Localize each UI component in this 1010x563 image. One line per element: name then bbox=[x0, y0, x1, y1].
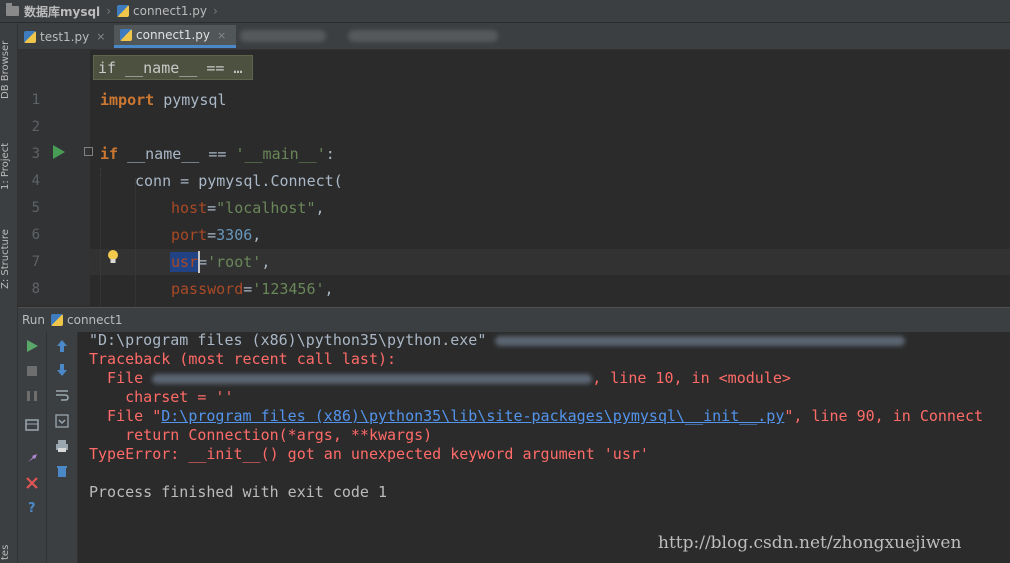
line-number: 1 bbox=[31, 92, 40, 108]
code-line-1: import pymysql bbox=[100, 91, 227, 109]
run-panel-header: Run connect1 bbox=[18, 307, 1010, 332]
line-number: 4 bbox=[31, 173, 40, 189]
code-line-8: password='123456', bbox=[171, 280, 334, 298]
python-file-icon bbox=[117, 5, 129, 17]
blurred-path bbox=[495, 335, 906, 346]
pin-icon[interactable] bbox=[25, 451, 39, 465]
blurred-tab[interactable] bbox=[348, 30, 498, 42]
code-line-7: usr='root', bbox=[171, 253, 271, 271]
line-number: 3 bbox=[31, 146, 40, 162]
tab-test1[interactable]: test1.py × bbox=[24, 25, 116, 48]
python-file-icon bbox=[24, 30, 36, 43]
close-icon[interactable]: × bbox=[96, 30, 105, 43]
run-gutter-icon[interactable] bbox=[53, 145, 65, 159]
up-arrow-icon[interactable] bbox=[55, 339, 69, 353]
code-line-3: if __name__ == '__main__': bbox=[100, 145, 335, 163]
python-file-icon bbox=[51, 314, 64, 326]
breadcrumb-project[interactable]: 数据库mysql bbox=[24, 3, 100, 20]
console-line-file-2: File "D:\program files (x86)\python35\li… bbox=[89, 407, 984, 425]
console-line-error: TypeError: __init__() got an unexpected … bbox=[89, 445, 649, 463]
run-toolbar-primary: ? bbox=[18, 332, 47, 563]
line-number: 5 bbox=[31, 200, 40, 216]
scroll-to-end-icon[interactable] bbox=[55, 414, 69, 428]
python-file-icon bbox=[120, 29, 132, 41]
lightbulb-icon[interactable] bbox=[106, 249, 120, 265]
left-tool-strip: DB Browser 1: Project Z: Structure tes bbox=[0, 23, 18, 563]
help-icon[interactable]: ? bbox=[25, 500, 39, 514]
print-icon[interactable] bbox=[55, 439, 69, 453]
context-hint: if __name__ == … bbox=[93, 55, 253, 80]
text-caret bbox=[198, 251, 200, 273]
line-number: 8 bbox=[31, 281, 40, 297]
code-line-6: port=3306, bbox=[171, 226, 262, 244]
project-tool[interactable]: 1: Project bbox=[0, 131, 17, 201]
close-icon[interactable]: × bbox=[217, 29, 226, 42]
layout-icon[interactable] bbox=[25, 418, 39, 432]
stop-icon[interactable] bbox=[25, 364, 39, 378]
rerun-icon[interactable] bbox=[25, 339, 39, 353]
down-arrow-icon[interactable] bbox=[55, 363, 69, 377]
soft-wrap-icon[interactable] bbox=[55, 388, 69, 402]
tab-connect1[interactable]: connect1.py × bbox=[114, 25, 236, 48]
breadcrumb-file[interactable]: connect1.py bbox=[133, 4, 207, 18]
editor-tabs: test1.py × connect1.py × bbox=[18, 23, 1010, 50]
chevron-right-icon: › bbox=[213, 4, 218, 18]
pause-icon[interactable] bbox=[25, 389, 39, 403]
line-number: 2 bbox=[31, 119, 40, 135]
console-line-file-1: File , line 10, in <module> bbox=[89, 369, 791, 387]
fold-icon[interactable] bbox=[84, 147, 93, 156]
tab-label: test1.py bbox=[40, 29, 90, 44]
tab-label: connect1.py bbox=[136, 28, 211, 42]
line-number: 7 bbox=[31, 254, 40, 270]
chevron-right-icon: › bbox=[106, 4, 111, 18]
breadcrumb: 数据库mysql › connect1.py › bbox=[0, 0, 1010, 23]
trash-icon[interactable] bbox=[55, 464, 69, 478]
code-line-5: host="localhost", bbox=[171, 199, 325, 217]
console-line-charset: charset = '' bbox=[89, 388, 234, 406]
code-line-4: conn = pymysql.Connect( bbox=[135, 172, 343, 190]
run-config-tab[interactable]: connect1 bbox=[67, 313, 122, 327]
close-run-icon[interactable] bbox=[25, 476, 39, 490]
run-toolbar-secondary bbox=[47, 332, 78, 563]
indent-guide bbox=[100, 168, 101, 306]
file-link[interactable]: D:\program files (x86)\python35\lib\site… bbox=[161, 407, 784, 425]
blurred-tab[interactable] bbox=[240, 30, 326, 42]
console-line-traceback: Traceback (most recent call last): bbox=[89, 350, 397, 368]
indent-guide bbox=[135, 178, 136, 306]
db-browser-tool[interactable]: DB Browser bbox=[0, 25, 17, 115]
svg-text:?: ? bbox=[28, 501, 36, 514]
console-line-return: return Connection(*args, **kwargs) bbox=[89, 426, 433, 444]
favorites-tool[interactable]: tes bbox=[0, 541, 17, 563]
console-line-exit: Process finished with exit code 1 bbox=[89, 483, 388, 501]
console-line-command: "D:\program files (x86)\python35\python.… bbox=[89, 331, 906, 349]
blurred-link[interactable] bbox=[152, 373, 593, 384]
structure-tool[interactable]: Z: Structure bbox=[0, 215, 17, 303]
watermark-text: http://blog.csdn.net/zhongxuejiwen bbox=[658, 533, 962, 553]
run-panel-title: Run bbox=[22, 313, 46, 327]
line-number: 6 bbox=[31, 227, 40, 243]
folder-icon bbox=[6, 3, 19, 16]
